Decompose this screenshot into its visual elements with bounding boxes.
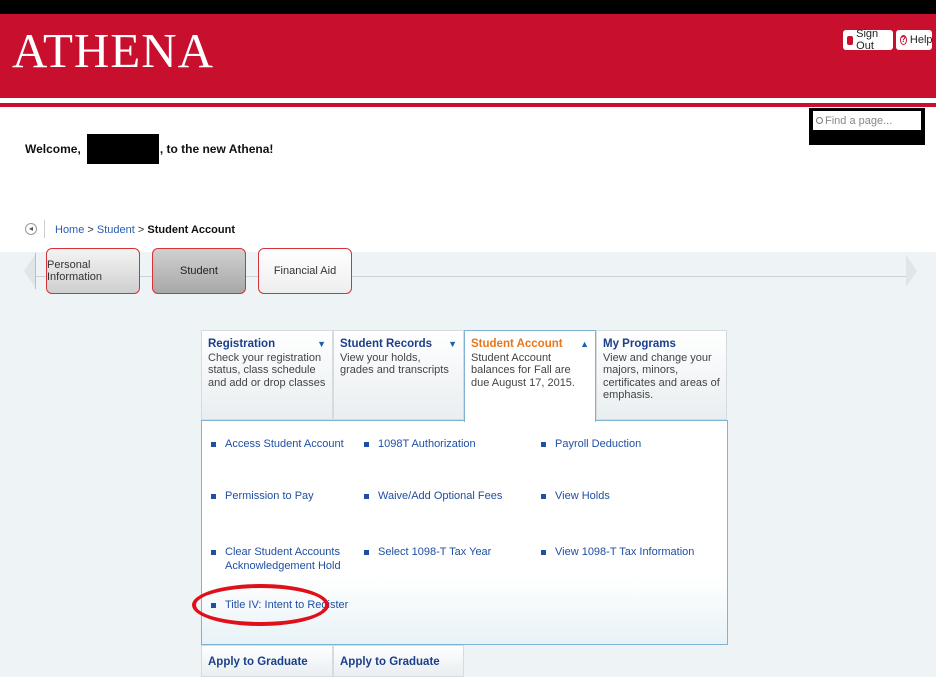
link-label: 1098T Authorization <box>378 438 476 450</box>
bullet-icon <box>211 494 216 499</box>
link-permission-to-pay[interactable]: Permission to Pay <box>211 489 314 503</box>
link-label: View 1098-T Tax Information <box>555 546 695 558</box>
breadcrumb-separator: > <box>137 224 145 236</box>
banner-divider-red <box>0 103 936 107</box>
search-box-frame: Find a page... <box>809 108 925 145</box>
top-black-bar <box>0 0 936 14</box>
redacted-name <box>86 134 159 164</box>
tab-title: Registration <box>208 338 276 350</box>
link-view-holds[interactable]: View Holds <box>541 489 610 503</box>
highlight-circle-annotation <box>192 584 329 626</box>
welcome-prefix: Welcome, <box>25 142 81 156</box>
link-1098t-authorization[interactable]: 1098T Authorization <box>364 437 476 451</box>
breadcrumb: Home > Student > Student Account <box>55 224 235 236</box>
tab-description: View your holds, grades and transcripts <box>340 351 449 377</box>
tab-registration[interactable]: Registration ▼ Check your registration st… <box>201 330 333 420</box>
link-waive-add-optional-fees[interactable]: Waive/Add Optional Fees <box>364 489 502 503</box>
tab-apply-to-graduate[interactable]: Apply to Graduate <box>333 645 464 677</box>
link-label: View Holds <box>555 490 610 502</box>
help-label: Help <box>909 34 933 46</box>
link-clear-student-accounts-hold[interactable]: Clear Student Accounts Acknowledgement H… <box>211 545 341 573</box>
link-label: Payroll Deduction <box>555 438 642 450</box>
back-icon[interactable]: ◂ <box>25 223 37 235</box>
bullet-icon <box>211 550 216 555</box>
tab-description: Check your registration status, class sc… <box>208 351 326 389</box>
expand-down-icon: ▼ <box>317 339 326 349</box>
tab-apply-to-graduate[interactable]: Apply to Graduate <box>201 645 333 677</box>
sign-out-button[interactable]: Sign Out <box>843 28 893 52</box>
search-input[interactable]: Find a page... <box>813 111 921 130</box>
tab-student-account[interactable]: Student Account ▲ Student Account balance… <box>464 330 596 422</box>
carousel-right-arrow-icon[interactable] <box>906 253 920 289</box>
link-label: Access Student Account <box>225 438 344 450</box>
breadcrumb-separator: > <box>87 224 94 236</box>
tab-description: View and change your majors, minors, cer… <box>603 351 720 402</box>
category-student[interactable]: Student <box>152 248 246 294</box>
athena-logo[interactable]: ATHENA <box>12 22 214 79</box>
bullet-icon <box>364 442 369 447</box>
tab-title: Student Records <box>340 338 433 350</box>
help-button[interactable]: ? Help <box>896 30 933 50</box>
tab-my-programs[interactable]: My Programs View and change your majors,… <box>596 330 727 420</box>
category-personal-information[interactable]: Personal Information <box>46 248 140 294</box>
breadcrumb-current: Student Account <box>147 224 235 236</box>
welcome-message: Welcome, , to the new Athena! <box>25 134 273 164</box>
bullet-icon <box>541 494 546 499</box>
link-view-1098t-tax-information[interactable]: View 1098-T Tax Information <box>541 545 694 559</box>
carousel-left-arrow-icon[interactable] <box>22 253 36 289</box>
bullet-icon <box>541 442 546 447</box>
help-icon: ? <box>900 35 907 45</box>
link-payroll-deduction[interactable]: Payroll Deduction <box>541 437 641 451</box>
link-label: Waive/Add Optional Fees <box>378 490 503 502</box>
tab-title: Student Account <box>471 338 563 350</box>
sign-out-label: Sign Out <box>856 28 879 52</box>
welcome-suffix: , to the new Athena! <box>159 142 274 156</box>
link-access-student-account[interactable]: Access Student Account <box>211 437 344 451</box>
link-select-1098t-tax-year[interactable]: Select 1098-T Tax Year <box>364 545 491 559</box>
breadcrumb-divider <box>44 220 45 238</box>
link-label: Permission to Pay <box>225 490 314 502</box>
lock-icon <box>847 35 854 45</box>
breadcrumb-home[interactable]: Home <box>55 224 84 236</box>
search-placeholder: Find a page... <box>825 114 893 127</box>
tab-student-records[interactable]: Student Records ▼ View your holds, grades… <box>333 330 464 420</box>
collapse-up-icon: ▲ <box>580 339 589 349</box>
search-icon <box>816 117 823 124</box>
bullet-icon <box>541 550 546 555</box>
bullet-icon <box>364 494 369 499</box>
expand-down-icon: ▼ <box>448 339 457 349</box>
breadcrumb-student[interactable]: Student <box>97 224 135 236</box>
bullet-icon <box>364 550 369 555</box>
bullet-icon <box>211 442 216 447</box>
tab-title: My Programs <box>603 338 676 350</box>
link-label: Select 1098-T Tax Year <box>378 546 492 558</box>
link-label: Clear Student Accounts Acknowledgement H… <box>225 546 341 572</box>
tab-description: Student Account balances for Fall are du… <box>471 351 575 389</box>
category-financial-aid[interactable]: Financial Aid <box>258 248 352 294</box>
